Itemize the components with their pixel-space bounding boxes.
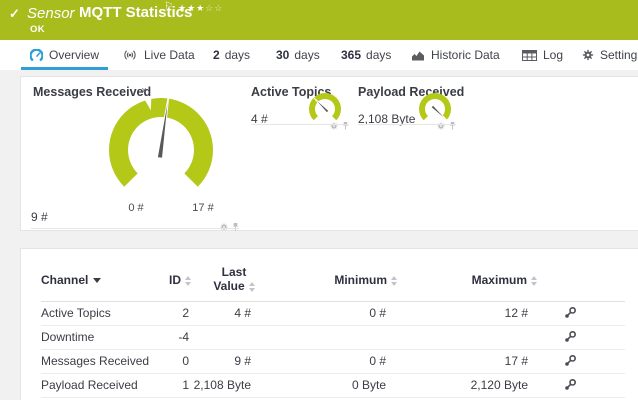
tab-label: Live Data xyxy=(144,48,195,62)
primary-gauge-corner-icons xyxy=(201,218,239,236)
star-empty: ☆☆ xyxy=(205,3,223,13)
column-header-id[interactable]: ID xyxy=(131,273,191,287)
table-row: Messages Received09 #0 #17 # xyxy=(41,349,625,374)
small-gauge-corner-icons xyxy=(410,117,456,135)
pin-icon[interactable] xyxy=(449,117,456,135)
sensor-kind-label: Sensor xyxy=(27,5,75,22)
small-gauge-corner-icons xyxy=(303,117,349,135)
channel-last-value: 4 # xyxy=(161,301,251,325)
prtg-sensor-page: ✓ Sensor MQTT Statistics ★★★☆☆ OK Overvi… xyxy=(0,0,638,400)
tab-2-days[interactable]: 2 days xyxy=(213,40,250,70)
tab-number: 30 xyxy=(276,48,289,62)
column-header-channel[interactable]: Channel xyxy=(41,273,101,287)
channel-maximum: 2,120 Byte xyxy=(438,373,528,397)
edit-channel-icon[interactable] xyxy=(564,330,580,346)
gauge-min-label: 0 # xyxy=(121,202,151,214)
gauge-max-label: 17 # xyxy=(186,202,220,214)
tab-365-days[interactable]: 365 days xyxy=(341,40,391,70)
channel-maximum: 17 # xyxy=(438,349,528,373)
channel-maximum: 12 # xyxy=(438,301,528,325)
tab-settings[interactable]: Settings xyxy=(582,40,638,70)
column-header-minimum[interactable]: Minimum xyxy=(311,273,397,287)
column-header-maximum[interactable]: Maximum xyxy=(451,273,537,287)
primary-gauge-value: 9 # xyxy=(31,210,48,224)
column-header-last-value[interactable]: Last Value xyxy=(191,265,277,293)
channel-id: -4 xyxy=(121,325,189,349)
sensor-header: ✓ Sensor MQTT Statistics ★★★☆☆ OK xyxy=(0,0,638,40)
channel-last-value: 2,108 Byte xyxy=(161,373,251,397)
page-title: MQTT Statistics xyxy=(79,4,192,21)
channel-name[interactable]: Active Topics xyxy=(41,301,111,325)
tab-number: 365 xyxy=(341,48,361,62)
sort-desc-icon xyxy=(93,278,101,283)
table-row: Active Topics24 #0 #12 # xyxy=(41,301,625,326)
tab-30-days[interactable]: 30 days xyxy=(276,40,320,70)
gauge-icon xyxy=(30,49,43,62)
tab-log[interactable]: Log xyxy=(522,40,563,70)
channel-minimum: 0 # xyxy=(296,349,386,373)
status-badge: OK xyxy=(30,24,45,35)
edit-channel-icon[interactable] xyxy=(564,306,580,322)
table-row: Downtime -4 xyxy=(41,325,625,350)
log-icon xyxy=(522,50,537,61)
tab-label: days xyxy=(294,48,319,62)
rating-stars[interactable]: ★★★☆☆ xyxy=(178,3,223,14)
divider xyxy=(31,228,239,229)
channel-minimum: 0 Byte xyxy=(296,373,386,397)
tab-label: days xyxy=(225,48,250,62)
channel-name[interactable]: Downtime xyxy=(41,325,94,349)
sort-icon xyxy=(249,282,255,292)
table-header-row: Channel ID Last Value Minimum Maximum xyxy=(41,261,625,302)
tab-historic-data[interactable]: Historic Data xyxy=(411,40,500,70)
gear-icon[interactable] xyxy=(330,117,338,135)
tab-label: Overview xyxy=(49,48,99,62)
tab-number: 2 xyxy=(213,48,220,62)
check-icon: ✓ xyxy=(9,6,20,22)
gear-icon xyxy=(582,49,594,61)
tab-label: Log xyxy=(543,48,563,62)
sort-icon xyxy=(531,276,537,286)
table-row: Payload Received12,108 Byte0 Byte2,120 B… xyxy=(41,373,625,398)
tab-overview[interactable]: Overview xyxy=(30,40,99,70)
tab-live-data[interactable]: Live Data xyxy=(122,40,195,70)
pin-icon[interactable] xyxy=(342,117,349,135)
star-filled: ★★★ xyxy=(178,3,205,13)
broadcast-icon xyxy=(122,49,138,61)
channel-table-panel: Channel ID Last Value Minimum Maximum Ac… xyxy=(20,248,638,400)
tab-label: days xyxy=(366,48,391,62)
overview-panel: Messages Received x 0 # 17 # 9 # Active … xyxy=(20,76,638,231)
gauge-marker-label: x xyxy=(137,85,151,95)
divider xyxy=(358,124,456,125)
divider xyxy=(251,124,349,125)
edit-channel-icon[interactable] xyxy=(564,378,580,394)
pin-icon[interactable] xyxy=(232,218,239,236)
gear-icon[interactable] xyxy=(437,117,445,135)
flag-icon[interactable] xyxy=(164,1,173,12)
tab-bar: Overview Live Data 2 days 30 days 365 days Histo… xyxy=(0,40,638,70)
channel-last-value: 9 # xyxy=(161,349,251,373)
gear-icon[interactable] xyxy=(220,218,228,236)
chart-icon xyxy=(411,50,425,61)
tab-label: Settings xyxy=(600,48,638,62)
edit-channel-icon[interactable] xyxy=(564,354,580,370)
tab-label: Historic Data xyxy=(431,48,500,62)
sort-icon xyxy=(391,276,397,286)
channel-minimum: 0 # xyxy=(296,301,386,325)
